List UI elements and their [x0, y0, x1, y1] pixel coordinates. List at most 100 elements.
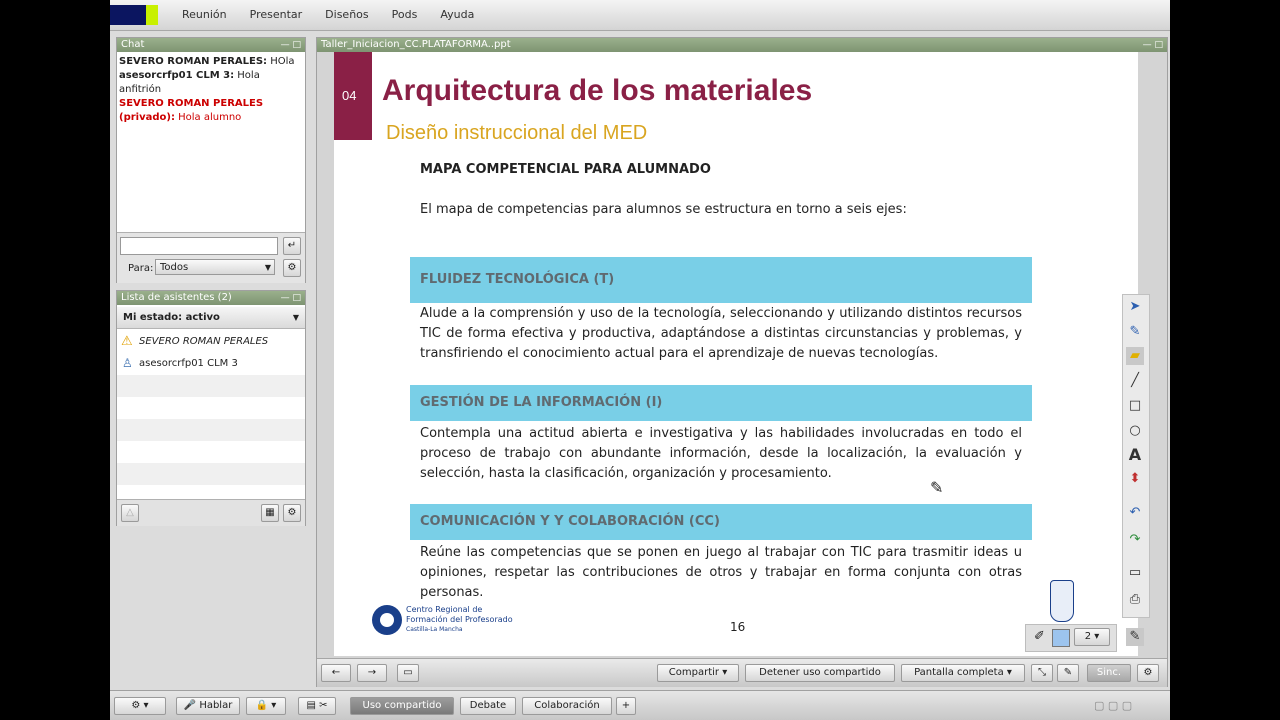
lock-icon[interactable]: 🔒 ▾	[246, 697, 286, 715]
chat-pod: Chat — □ SEVERO ROMAN PERALES: HOla aseso…	[116, 37, 306, 283]
block-text: Alude a la comprensión y uso de la tecno…	[420, 306, 1022, 361]
bottom-bar: ⚙ ▾ 🎤 Hablar 🔒 ▾ ▤ ✂ Uso compartido Deba…	[110, 690, 1170, 720]
pod-controls-icon[interactable]: — □	[281, 291, 301, 305]
empty-row	[117, 397, 305, 419]
add-layout-button[interactable]: +	[616, 697, 636, 715]
line-tool-icon[interactable]: ╱	[1126, 372, 1144, 390]
pod-controls-icon[interactable]: — □	[1143, 38, 1163, 52]
view-grid-icon[interactable]: ▦	[261, 504, 279, 522]
attendee-list: ⚠ SEVERO ROMAN PERALES ♙ asesorcrfp01 CL…	[117, 331, 305, 497]
pod-controls-icon[interactable]: — □	[281, 38, 301, 52]
participant-icon: ♙	[122, 356, 133, 370]
tab-debate[interactable]: Debate	[460, 697, 516, 715]
layout-switcher-icon[interactable]: ▢ ▢ ▢	[1094, 699, 1132, 712]
logo-line: Formación del Profesorado	[406, 615, 513, 624]
share-options-gear-icon[interactable]: ⚙	[1137, 664, 1159, 682]
chat-message: SEVERO ROMAN PERALES: HOla	[119, 56, 295, 67]
sidebar-toggle-icon[interactable]: ▭	[397, 664, 419, 682]
connection-status-icon[interactable]: ⚙ ▾	[114, 697, 166, 715]
block-text: Reúne las competencias que se ponen en j…	[420, 545, 1022, 600]
logo-line: Centro Regional de	[406, 605, 483, 614]
next-slide-button[interactable]: →	[357, 664, 387, 682]
empty-row	[117, 419, 305, 441]
menu-presentar[interactable]: Presentar	[250, 8, 303, 21]
ellipse-tool-icon[interactable]: ○	[1126, 422, 1144, 440]
pencil-tool-icon[interactable]: ✎	[1126, 323, 1144, 341]
block-title: GESTIÓN DE LA INFORMACIÓN (I)	[410, 385, 1032, 421]
empty-row	[117, 441, 305, 463]
menu-pods[interactable]: Pods	[392, 8, 418, 21]
share-dropdown-button[interactable]: Compartir ▾	[657, 664, 739, 682]
pointer-tool-icon[interactable]: ➤	[1126, 298, 1144, 316]
print-icon[interactable]: ⎙	[1126, 591, 1144, 609]
chat-options-gear-icon[interactable]: ⚙	[283, 259, 301, 277]
chat-pod-title: Chat — □	[117, 38, 305, 52]
attendees-pod-title: Lista de asistentes (2) — □	[117, 291, 305, 305]
chat-input[interactable]	[120, 237, 278, 255]
eraser-icon[interactable]: ▭	[1126, 564, 1144, 582]
app-logo-accent	[146, 5, 158, 25]
host-warning-icon: ⚠	[121, 334, 133, 349]
sync-button[interactable]: Sinc.	[1087, 664, 1131, 682]
close-drawing-icon[interactable]: ✎	[1126, 628, 1144, 646]
block-title: FLUIDEZ TECNOLÓGICA (T)	[410, 257, 1032, 303]
stop-sharing-button[interactable]: Detener uso compartido	[745, 664, 895, 682]
prev-slide-button[interactable]: ←	[321, 664, 351, 682]
stamp-tool-icon[interactable]: ⬍	[1126, 470, 1144, 488]
fullscreen-button[interactable]: Pantalla completa ▾	[901, 664, 1025, 682]
raise-hand-button[interactable]: △	[121, 504, 139, 522]
empty-row	[117, 463, 305, 485]
logo-line: Castilla-La Mancha	[406, 626, 463, 633]
app-logo	[110, 5, 146, 25]
menu-reunion[interactable]: Reunión	[182, 8, 227, 21]
fill-color-icon[interactable]: ✐	[1034, 629, 1045, 644]
tab-colaboracion[interactable]: Colaboración	[522, 697, 612, 715]
redo-icon[interactable]: ↷	[1126, 531, 1144, 549]
chevron-down-icon: ▼	[292, 313, 299, 322]
menu-ayuda[interactable]: Ayuda	[440, 8, 474, 21]
pen-options: ✐ 2 ▾	[1025, 624, 1117, 652]
my-status-select[interactable]: Mi estado: activo ▼	[117, 307, 305, 329]
block-text: Contempla una actitud abierta e investig…	[420, 426, 1022, 481]
attendees-footer: △ ▦ ⚙	[117, 499, 305, 526]
list-item[interactable]: ⚠ SEVERO ROMAN PERALES	[117, 331, 305, 353]
to-label: Para:	[128, 263, 154, 274]
layout-icon[interactable]: ▤ ✂	[298, 697, 336, 715]
slide-heading: Arquitectura de los materiales	[382, 74, 813, 107]
undo-icon[interactable]: ↶	[1126, 504, 1144, 522]
tab-uso-compartido[interactable]: Uso compartido	[350, 697, 454, 715]
menu-disenos[interactable]: Diseños	[325, 8, 368, 21]
slide: 04 Arquitectura de los materiales Diseño…	[334, 52, 1138, 656]
slide-number-block: 04	[334, 52, 372, 140]
coat-of-arms-icon	[1050, 580, 1074, 622]
talk-button[interactable]: 🎤 Hablar	[176, 697, 240, 715]
empty-row	[117, 375, 305, 397]
attendee-options-gear-icon[interactable]: ⚙	[283, 504, 301, 522]
chat-message: asesorcrfp01 CLM 3: Hola anfitrión	[119, 70, 260, 95]
crfp-logo: Centro Regional de Formación del Profeso…	[372, 605, 522, 639]
draw-toggle-icon[interactable]: ✎	[1057, 664, 1079, 682]
menu-bar: Reunión Presentar Diseños Pods Ayuda	[110, 0, 1170, 31]
list-item[interactable]: ♙ asesorcrfp01 CLM 3	[117, 353, 305, 375]
share-controls: ← → ▭ Compartir ▾ Detener uso compartido…	[317, 658, 1167, 687]
chevron-down-icon: ▼	[264, 263, 271, 272]
fit-icon[interactable]: ⤡	[1031, 664, 1053, 682]
crfp-logo-mark-inner	[380, 613, 394, 627]
chat-input-area: ↵ Para: Todos ▼ ⚙	[117, 232, 305, 283]
main-menu: Reunión Presentar Diseños Pods Ayuda	[182, 8, 497, 21]
page-select[interactable]: 2 ▾	[1074, 628, 1110, 646]
to-select[interactable]: Todos ▼	[155, 259, 275, 275]
highlighter-tool-icon[interactable]: ▰	[1126, 347, 1144, 365]
send-button[interactable]: ↵	[283, 237, 301, 255]
page-number: 16	[730, 620, 746, 634]
share-pod-title: Taller_Iniciacion_CC.PLATAFORMA..ppt — □	[317, 38, 1167, 52]
color-swatch[interactable]	[1052, 629, 1070, 647]
slide-subheading: Diseño instruccional del MED	[386, 122, 648, 144]
pencil-cursor-icon: ✎	[930, 478, 944, 497]
section-title: MAPA COMPETENCIAL PARA ALUMNADO	[420, 162, 711, 177]
block-title: COMUNICACIÓN Y Y COLABORACIÓN (CC)	[410, 504, 1032, 540]
attendees-pod: Lista de asistentes (2) — □ Mi estado: ac…	[116, 290, 306, 526]
rectangle-tool-icon[interactable]: □	[1126, 397, 1144, 415]
chat-message-private: SEVERO ROMAN PERALES (privado): Hola alu…	[119, 98, 264, 123]
text-tool-icon[interactable]: A	[1126, 446, 1144, 464]
